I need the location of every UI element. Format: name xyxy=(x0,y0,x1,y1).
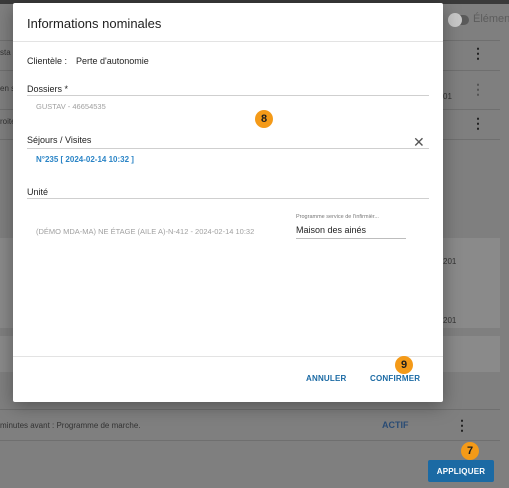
clientele-value: Perte d'autonomie xyxy=(76,56,149,66)
footer-divider xyxy=(13,356,443,357)
dialog-title: Informations nominales xyxy=(27,16,162,31)
step-badge-apply: 7 xyxy=(461,442,479,460)
sejours-label: Séjours / Visites xyxy=(27,135,92,145)
row-number: 201 xyxy=(443,257,457,266)
element-toggle[interactable] xyxy=(448,13,469,27)
row-number: 01 xyxy=(443,92,452,101)
more-options-icon[interactable]: ⋮ xyxy=(471,82,485,96)
more-options-icon[interactable]: ⋮ xyxy=(471,116,485,130)
cancel-button[interactable]: ANNULER xyxy=(306,374,347,383)
footer-text: minutes avant : Programme de marche. xyxy=(0,421,141,430)
unite-field[interactable] xyxy=(27,198,429,199)
sejours-field[interactable] xyxy=(27,148,429,149)
more-options-icon[interactable]: ⋮ xyxy=(455,418,469,432)
dossiers-field[interactable] xyxy=(27,95,429,96)
element-toggle-label: Élément xyxy=(473,13,509,25)
clientele-label: Clientèle : xyxy=(27,56,68,66)
dossiers-value[interactable]: GUSTAV - 46654535 xyxy=(36,102,106,111)
confirm-button[interactable]: CONFIRMER xyxy=(370,374,420,383)
nominal-info-dialog: Informations nominales Clientèle : Perte… xyxy=(13,3,443,402)
more-options-icon[interactable]: ⋮ xyxy=(471,46,485,60)
dossiers-label: Dossiers * xyxy=(27,84,69,94)
apply-button[interactable]: APPLIQUER xyxy=(428,460,494,482)
unite-value: (DÉMO MDA-MA) NE ÉTAGE (AILE A)-N-412 - … xyxy=(36,227,255,236)
row-text: sta xyxy=(0,48,11,57)
programme-select[interactable]: Maison des ainés xyxy=(296,225,406,239)
step-badge-dialog: 8 xyxy=(255,110,273,128)
programme-label: Programme service de l'infirmièr... xyxy=(296,214,379,220)
status-badge: ACTIF xyxy=(382,420,409,430)
row-number: 201 xyxy=(443,316,457,325)
divider xyxy=(0,409,500,410)
title-divider xyxy=(13,41,443,42)
step-badge-confirm: 9 xyxy=(395,356,413,374)
sejour-chip[interactable]: N°235 [ 2024-02-14 10:32 ] xyxy=(36,155,134,164)
divider xyxy=(0,440,500,441)
unite-label: Unité xyxy=(27,187,49,197)
